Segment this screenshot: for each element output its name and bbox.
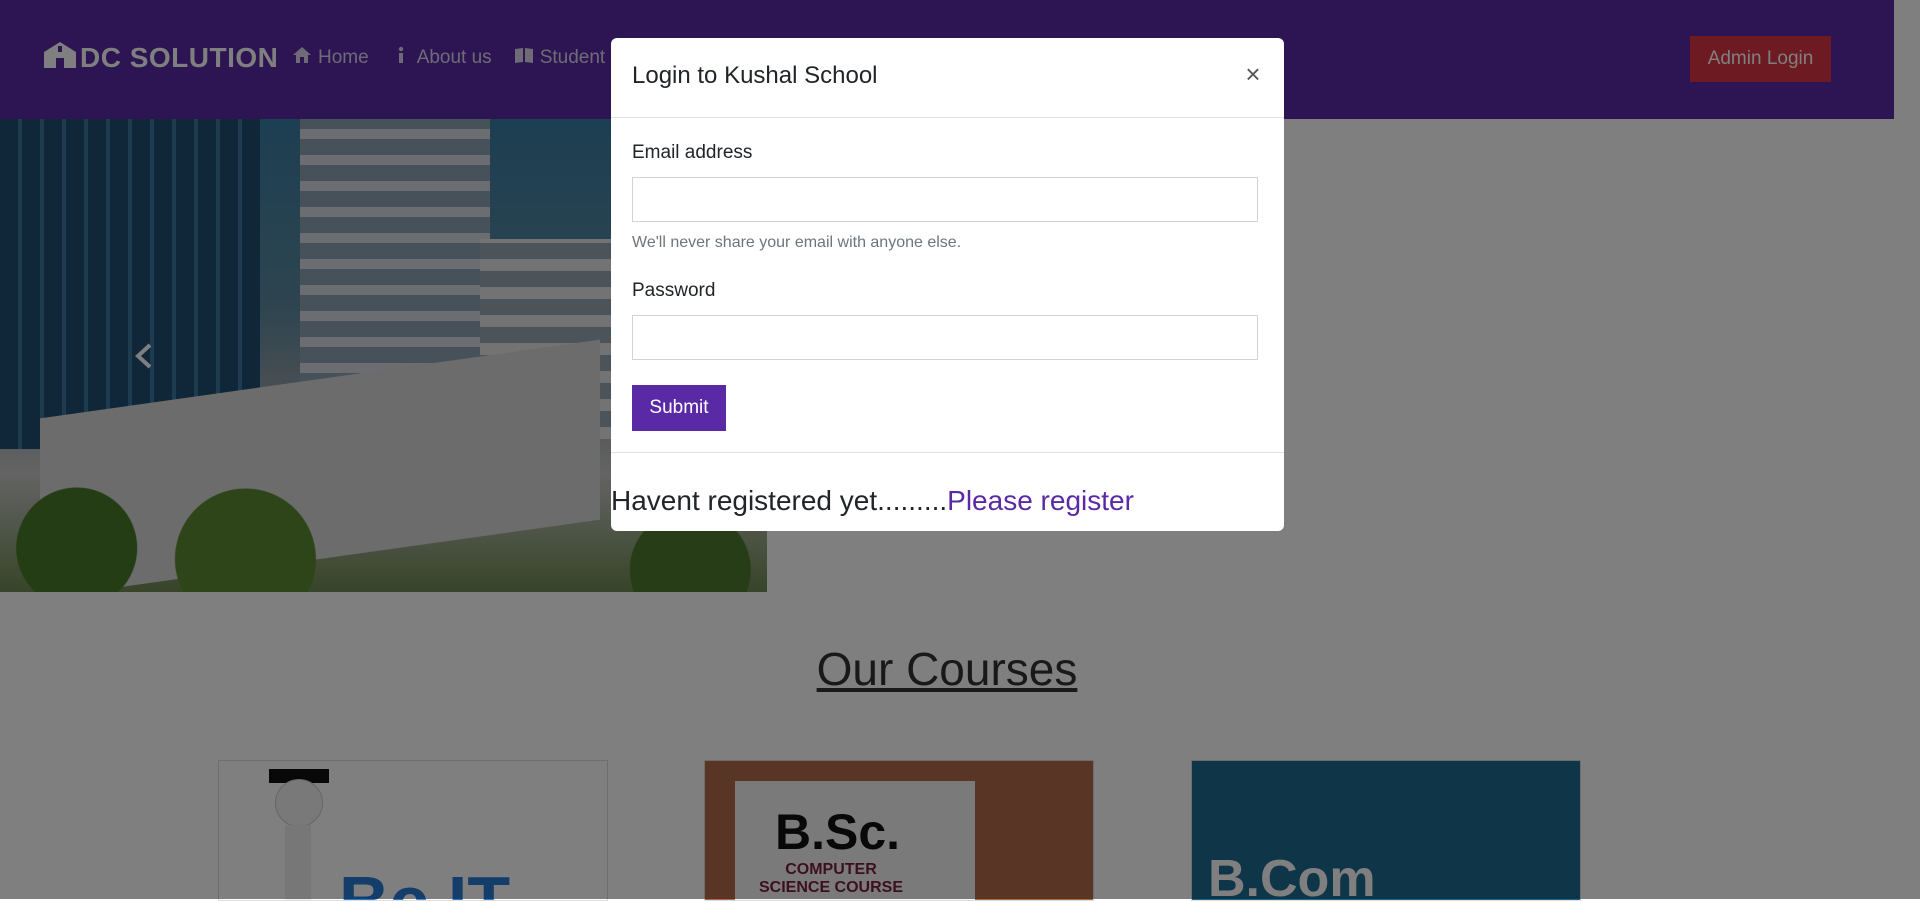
modal-title: Login to Kushal School <box>632 62 878 89</box>
register-prompt-text: Havent registered yet......... <box>611 485 948 516</box>
modal-header: Login to Kushal School × <box>611 38 1284 118</box>
register-prompt: Havent registered yet.........Please reg… <box>611 485 1134 517</box>
login-modal: Login to Kushal School × Email address W… <box>611 38 1284 531</box>
submit-button[interactable]: Submit <box>632 385 726 431</box>
password-label: Password <box>632 280 716 301</box>
email-label: Email address <box>632 142 753 163</box>
close-button[interactable]: × <box>1239 60 1267 88</box>
email-help-text: We'll never share your email with anyone… <box>632 234 962 251</box>
password-field[interactable] <box>632 315 1258 360</box>
email-field[interactable] <box>632 177 1258 222</box>
modal-footer-divider <box>611 452 1284 453</box>
register-link[interactable]: Please register <box>947 485 1134 516</box>
